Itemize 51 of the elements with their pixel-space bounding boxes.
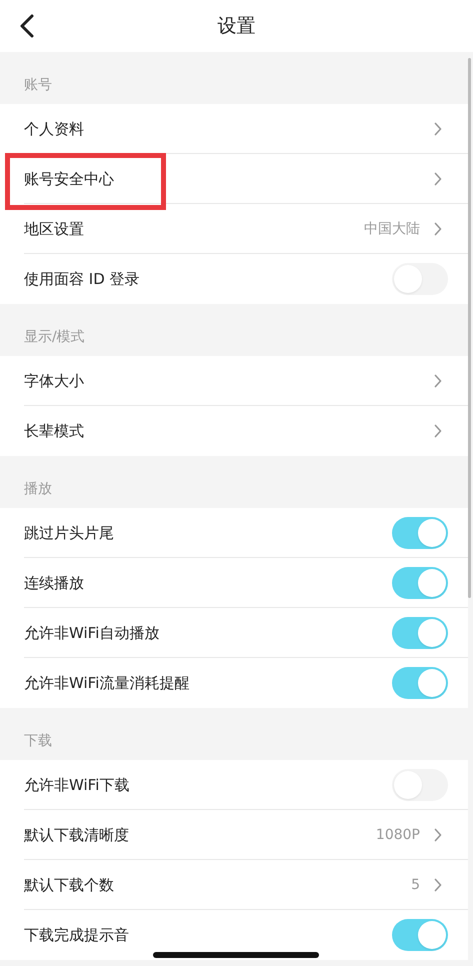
row-label: 跳过片头片尾 (24, 524, 114, 542)
settings-row[interactable]: 允许非WiFi流量消耗提醒 (0, 658, 468, 708)
settings-row[interactable]: 下载完成提示音 (0, 910, 468, 960)
settings-row[interactable]: 字体大小 (0, 356, 468, 406)
row-label: 连续播放 (24, 574, 84, 592)
settings-row[interactable]: 允许非WiFi自动播放 (0, 608, 468, 658)
settings-row[interactable]: 地区设置 中国大陆 (0, 204, 468, 254)
row-label: 地区设置 (24, 220, 84, 238)
row-value: 中国大陆 (364, 220, 420, 238)
row-label: 允许非WiFi流量消耗提醒 (24, 674, 190, 692)
chevron-icon (434, 878, 442, 892)
row-label: 长辈模式 (24, 422, 84, 440)
toggle-switch[interactable] (392, 617, 448, 649)
section-title: 账号 (24, 76, 52, 94)
page-title: 设置 (218, 14, 256, 39)
row-value: 5 (411, 877, 420, 893)
toggle-switch[interactable] (392, 769, 448, 801)
toggle-switch[interactable] (392, 919, 448, 951)
settings-row[interactable]: 默认下载个数 5 (0, 860, 468, 910)
settings-row[interactable]: 个人资料 (0, 104, 468, 154)
row-value: 1080P (376, 827, 420, 843)
chevron-icon (434, 122, 442, 136)
row-label: 默认下载清晰度 (24, 826, 129, 844)
row-label: 默认下载个数 (24, 876, 114, 894)
row-label: 下载完成提示音 (24, 926, 129, 944)
row-label: 个人资料 (24, 120, 84, 138)
chevron-icon (434, 374, 442, 388)
toggle-switch[interactable] (392, 263, 448, 295)
chevron-icon (434, 222, 442, 236)
settings-row[interactable]: 跳过片头片尾 (0, 508, 468, 558)
section-title: 显示/模式 (24, 328, 85, 346)
settings-row[interactable]: 默认下载清晰度 1080P (0, 810, 468, 860)
settings-row[interactable]: 连续播放 (0, 558, 468, 608)
section-title: 下载 (24, 732, 52, 750)
chevron-icon (434, 424, 442, 438)
settings-row[interactable]: 账号安全中心 (0, 154, 468, 204)
settings-row[interactable]: 长辈模式 (0, 406, 468, 456)
toggle-switch[interactable] (392, 567, 448, 599)
settings-row[interactable]: 使用面容 ID 登录 (0, 254, 468, 304)
row-label: 允许非WiFi下载 (24, 776, 130, 794)
row-label: 字体大小 (24, 372, 84, 390)
back-icon[interactable] (20, 14, 34, 38)
chevron-icon (434, 828, 442, 842)
row-label: 账号安全中心 (24, 170, 114, 188)
settings-row[interactable]: 允许非WiFi下载 (0, 760, 468, 810)
toggle-switch[interactable] (392, 667, 448, 699)
row-label: 使用面容 ID 登录 (24, 270, 140, 288)
section-title: 播放 (24, 480, 52, 498)
toggle-switch[interactable] (392, 517, 448, 549)
row-label: 允许非WiFi自动播放 (24, 624, 160, 642)
chevron-icon (434, 172, 442, 186)
